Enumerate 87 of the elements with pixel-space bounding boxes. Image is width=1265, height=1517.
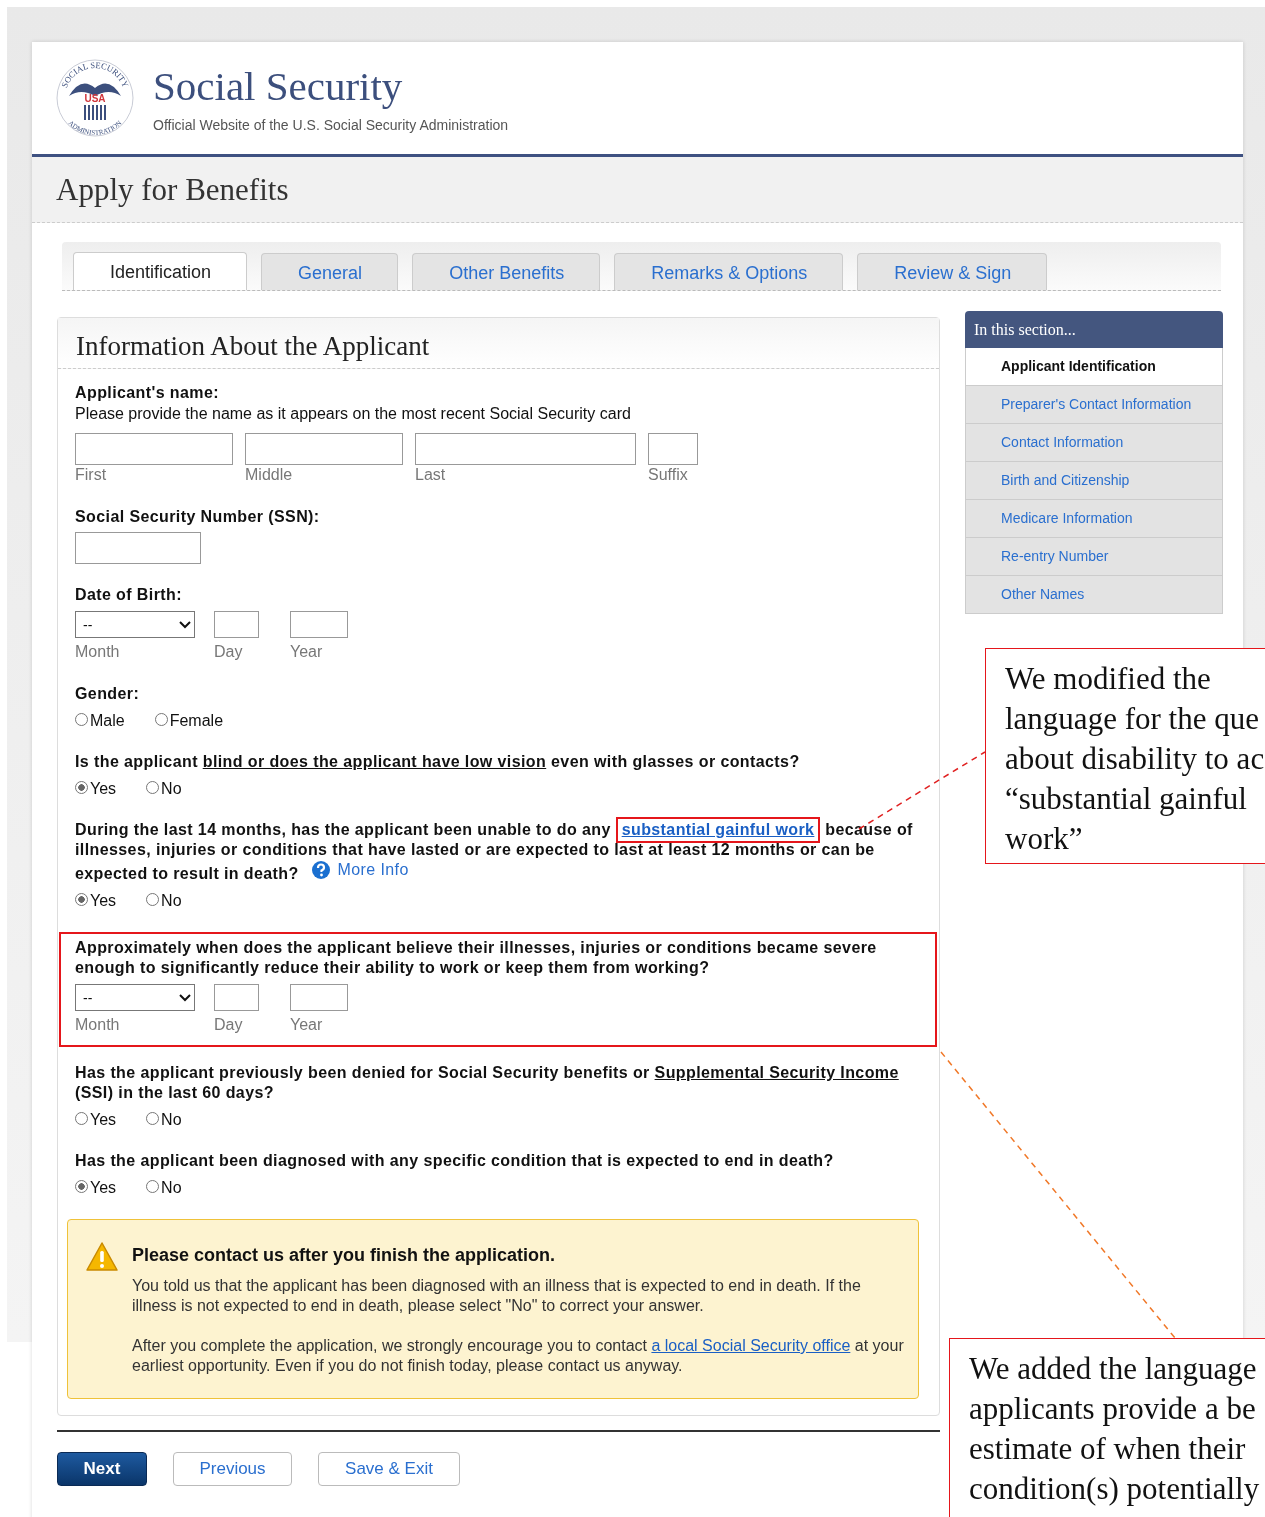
question-text: Has the applicant been diagnosed with any specific condition that is expected to end in death? — [75, 1151, 835, 1171]
radio-label: No — [161, 892, 182, 910]
help-text: Please provide the name as it appears on the most recent Social Security card — [75, 404, 632, 424]
site-subtitle: Official Website of the U.S. Social Security Administration — [153, 117, 509, 133]
field-caption: First — [75, 465, 108, 485]
radio-label: No — [161, 780, 182, 798]
stripes-icon — [84, 105, 106, 120]
radio-label: Male — [90, 712, 125, 730]
radio-label: No — [161, 1179, 182, 1197]
chevron-icon — [179, 993, 191, 1002]
section-nav-item[interactable]: Other Names — [965, 576, 1223, 614]
radio-label: Female — [169, 712, 224, 730]
section-nav-item[interactable]: Birth and Citizenship — [965, 462, 1223, 500]
text-field[interactable] — [245, 433, 403, 465]
text-field[interactable] — [290, 611, 348, 638]
section-nav-heading: In this section... — [965, 311, 1223, 348]
field-caption: Month — [75, 642, 121, 662]
radio-button[interactable] — [75, 1111, 88, 1125]
radio-button[interactable] — [75, 780, 88, 794]
section-nav-item[interactable]: Re-entry Number — [965, 538, 1223, 576]
question-text: Gender: — [75, 684, 141, 704]
section-title: Information About the Applicant — [58, 318, 939, 369]
radio-button[interactable] — [75, 1179, 88, 1193]
section-nav-item[interactable]: Preparer's Contact Information — [965, 386, 1223, 424]
chevron-icon — [179, 620, 191, 629]
link[interactable]: a local Social Security office — [651, 1337, 851, 1354]
alert-title: Please contact us after you finish the application. — [132, 1244, 557, 1266]
field-label: Social Security Number (SSN): — [75, 507, 321, 527]
month-dropdown[interactable]: -- — [75, 984, 195, 1011]
more-info-link[interactable]: More Info — [311, 860, 409, 880]
question-text: Date of Birth: — [75, 585, 183, 605]
field-caption: Day — [214, 642, 244, 662]
annotation-text: We added the language applicants provide a be estimate of when their condition(s) potentially — [968, 1350, 1261, 1508]
logo-text: USA — [84, 93, 106, 104]
tab[interactable]: Review & Sign — [857, 253, 1048, 290]
radio-button[interactable] — [75, 712, 88, 726]
site-title: Social Security — [153, 63, 404, 109]
tab[interactable]: Identification — [73, 252, 248, 290]
glossary-link[interactable]: blind or does the applicant have low vision — [202, 753, 547, 770]
alert-text: After you complete the application, we strongly encourage you to contact a local Social Security office at your earliest opportunity. Even if you do not finish today, please contact us anyway. — [132, 1336, 904, 1376]
section-nav-item[interactable]: Medicare Information — [965, 500, 1223, 538]
text-field[interactable] — [75, 433, 233, 465]
month-dropdown[interactable]: -- — [75, 611, 195, 638]
radio-button[interactable] — [146, 1179, 160, 1193]
radio-button[interactable] — [146, 1111, 160, 1125]
help-icon — [311, 861, 330, 879]
field-caption: Suffix — [648, 465, 689, 485]
annotation-text: We modified the language for the que about disability to ac “substantial gainful work” — [1004, 660, 1265, 858]
field-label: Applicant's name: — [75, 383, 220, 403]
question-text: Is the applicant blind or does the applicant have low vision even with glasses or contacts? — [75, 752, 801, 772]
tab[interactable]: Remarks & Options — [614, 253, 844, 290]
tab[interactable]: Other Benefits — [412, 253, 601, 290]
page-title: Apply for Benefits — [32, 157, 1243, 223]
glossary-link[interactable]: Supplemental Security Income — [654, 1064, 899, 1081]
question-text: During the last 14 months, has the applicant been unable to do any substantial gainful work because of illnesses, injuries or conditions that have lasted or are expected to last at least 12 months or can be expected to result in death? More Info — [75, 820, 921, 884]
radio-button[interactable] — [146, 892, 160, 906]
radio-label: Yes — [90, 1111, 117, 1129]
field-caption: Day — [214, 1015, 244, 1035]
next-button[interactable]: Next — [57, 1452, 147, 1486]
text-field[interactable] — [75, 532, 201, 564]
question-text: Has the applicant previously been denied for Social Security benefits or Supplemental Security Income (SSI) in the last 60 days? — [75, 1063, 900, 1103]
radio-button[interactable] — [154, 712, 168, 726]
radio-label: Yes — [90, 1179, 117, 1197]
link[interactable]: substantial gainful work — [615, 817, 821, 843]
text-field[interactable] — [214, 611, 259, 638]
text-field[interactable] — [290, 984, 348, 1011]
text-field[interactable] — [648, 433, 698, 465]
alert-text: You told us that the applicant has been diagnosed with an illness that is expected to end in death. If the illness is not expected to end in death, please select "No" to correct your answer. — [132, 1276, 862, 1316]
text-field[interactable] — [415, 433, 636, 465]
radio-button[interactable] — [75, 892, 88, 906]
nav-button[interactable]: Save & Exit — [318, 1452, 460, 1486]
radio-label: Yes — [90, 892, 117, 910]
question-text: Approximately when does the applicant believe their illnesses, injuries or conditions became severe enough to significantly reduce their ability to work or keep them from working? — [75, 938, 878, 978]
field-caption: Month — [75, 1015, 121, 1035]
radio-label: No — [161, 1111, 182, 1129]
radio-button[interactable] — [146, 780, 160, 794]
radio-label: Yes — [90, 780, 117, 798]
field-caption: Middle — [245, 465, 294, 485]
field-caption: Last — [415, 465, 447, 485]
nav-button[interactable]: Previous — [173, 1452, 292, 1486]
warning-icon — [86, 1241, 118, 1272]
field-caption: Year — [290, 642, 324, 662]
field-caption: Year — [290, 1015, 324, 1035]
section-nav-item[interactable]: Contact Information — [965, 424, 1223, 462]
text-field[interactable] — [214, 984, 259, 1011]
tab[interactable]: General — [261, 253, 399, 290]
section-nav-item[interactable]: Applicant Identification — [965, 348, 1223, 386]
